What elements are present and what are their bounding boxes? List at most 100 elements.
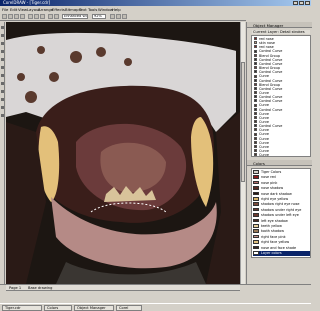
object-color-swatch [254, 124, 257, 128]
object-color-swatch [254, 99, 257, 103]
color-row[interactable]: shadow under right eye [253, 207, 310, 213]
color-row[interactable]: right eye yellow [253, 197, 310, 202]
menu-help[interactable]: Help [112, 7, 121, 12]
colors-title-bar[interactable]: Colors [247, 160, 312, 166]
close-icon[interactable] [305, 1, 310, 5]
tab-base-drawing[interactable]: Base drawing [28, 286, 52, 290]
print-icon[interactable] [20, 14, 25, 19]
tab-page-1[interactable]: Page 1 [9, 286, 21, 290]
zoom-select[interactable]: 92% [92, 14, 106, 19]
object-color-swatch [254, 145, 257, 149]
paste-icon[interactable] [40, 14, 45, 19]
color-swatch [253, 191, 259, 196]
object-row-label: Curve [259, 153, 270, 157]
color-row[interactable]: nose pink [253, 180, 310, 186]
object-color-swatch [254, 86, 257, 90]
color-swatch [253, 218, 259, 223]
color-row[interactable]: shadow under left eye [253, 213, 310, 218]
zoom-icon[interactable] [110, 14, 115, 19]
color-row-label: shadow under left eye [261, 213, 299, 218]
freehand-tool-icon[interactable] [1, 50, 4, 53]
rectangle-tool-icon[interactable] [1, 58, 4, 61]
color-row[interactable]: nose shadow [253, 186, 310, 191]
color-row[interactable]: teeth yellow [253, 224, 310, 229]
object-color-swatch [254, 116, 257, 120]
task-object-manager[interactable]: Object Manager [74, 305, 114, 311]
object-manager-title-bar[interactable]: Object Manager [247, 22, 312, 28]
new-icon[interactable] [2, 14, 7, 19]
object-color-swatch [254, 45, 257, 49]
cut-icon[interactable] [28, 14, 33, 19]
color-row[interactable]: nose red [253, 175, 310, 180]
color-row-label: nose red [261, 175, 276, 180]
pick-tool-icon[interactable] [1, 26, 4, 29]
blend-tool-icon[interactable] [1, 90, 4, 93]
color-row[interactable]: Tiger Colors [253, 170, 310, 175]
toolbox [0, 22, 5, 284]
open-icon[interactable] [8, 14, 13, 19]
color-row[interactable]: Layer colors [253, 251, 310, 256]
menu-effects[interactable]: Effects [52, 7, 65, 12]
menu-edit[interactable]: Edit [10, 7, 17, 12]
color-row-label: right eye yellow [261, 197, 289, 202]
object-color-swatch [254, 91, 257, 95]
object-color-swatch [254, 95, 257, 99]
color-row[interactable]: shadow right eye nose [253, 202, 310, 207]
menu-window[interactable]: Window [98, 7, 113, 12]
window-title: CorelDRAW - [Tiger.cdr] [3, 0, 51, 5]
menu-tools[interactable]: Tools [88, 7, 97, 12]
redo-icon[interactable] [54, 14, 59, 19]
object-color-swatch [254, 111, 257, 115]
color-row-label: nose and face shade [261, 245, 297, 250]
object-color-swatch [254, 53, 257, 57]
vertical-scrollbar[interactable] [240, 22, 245, 284]
property-bar: Enhanced Wire 92% [0, 12, 246, 21]
color-style-list[interactable]: Tiger Colors nose red nose pink nose shadow… [251, 168, 311, 258]
polygon-tool-icon[interactable] [1, 74, 4, 77]
copy-icon[interactable] [34, 14, 39, 19]
import-icon[interactable] [116, 14, 121, 19]
scrollbar-thumb[interactable] [241, 62, 245, 182]
color-swatch [253, 251, 259, 255]
color-row[interactable]: right face yellow [253, 240, 310, 245]
minimize-icon[interactable] [293, 1, 298, 5]
menu-text[interactable]: Text [79, 7, 87, 12]
drawing-canvas[interactable] [6, 22, 240, 284]
object-list[interactable]: red nose skin nose red nose Control Curve Bl… [251, 35, 311, 157]
color-row-label: right face yellow [261, 240, 290, 245]
fur-spot [37, 46, 45, 54]
color-swatch [253, 207, 259, 212]
docker-panel: Object Manager Current Layer: Detail str… [246, 22, 312, 284]
color-row[interactable]: nose and face shade [253, 245, 310, 251]
color-swatch [253, 186, 259, 190]
task-corel[interactable]: Corel [116, 305, 142, 311]
zoom-tool-icon[interactable] [1, 42, 4, 45]
outline-tool-icon[interactable] [1, 106, 4, 109]
save-icon[interactable] [14, 14, 19, 19]
color-swatch [253, 224, 259, 228]
fill-tool-icon[interactable] [1, 114, 4, 117]
menu-view[interactable]: View [18, 7, 27, 12]
menu-file[interactable]: File [2, 7, 8, 12]
object-color-swatch [254, 66, 257, 70]
tiger-illustration [6, 22, 240, 284]
eyedropper-tool-icon[interactable] [1, 98, 4, 101]
color-row-label: nose pink [261, 181, 278, 185]
export-icon[interactable] [122, 14, 127, 19]
color-row[interactable]: nose dark shadow [253, 191, 310, 197]
shape-tool-icon[interactable] [1, 34, 4, 37]
task-tiger[interactable]: Tiger.cdr [2, 305, 42, 311]
color-row[interactable]: tooth shadow [253, 229, 310, 234]
ellipse-tool-icon[interactable] [1, 66, 4, 69]
maximize-icon[interactable] [299, 1, 304, 5]
undo-icon[interactable] [48, 14, 53, 19]
color-row[interactable]: left eye shadow [253, 218, 310, 224]
object-color-swatch [254, 49, 257, 53]
task-colors[interactable]: Colors [44, 305, 72, 311]
text-tool-icon[interactable] [1, 82, 4, 85]
color-swatch [253, 245, 259, 250]
object-row[interactable]: Curve [254, 153, 310, 157]
view-mode-select[interactable]: Enhanced Wire [62, 14, 88, 19]
color-row[interactable]: right face pink [253, 234, 310, 240]
menu-arrange[interactable]: Arrange [38, 7, 53, 12]
